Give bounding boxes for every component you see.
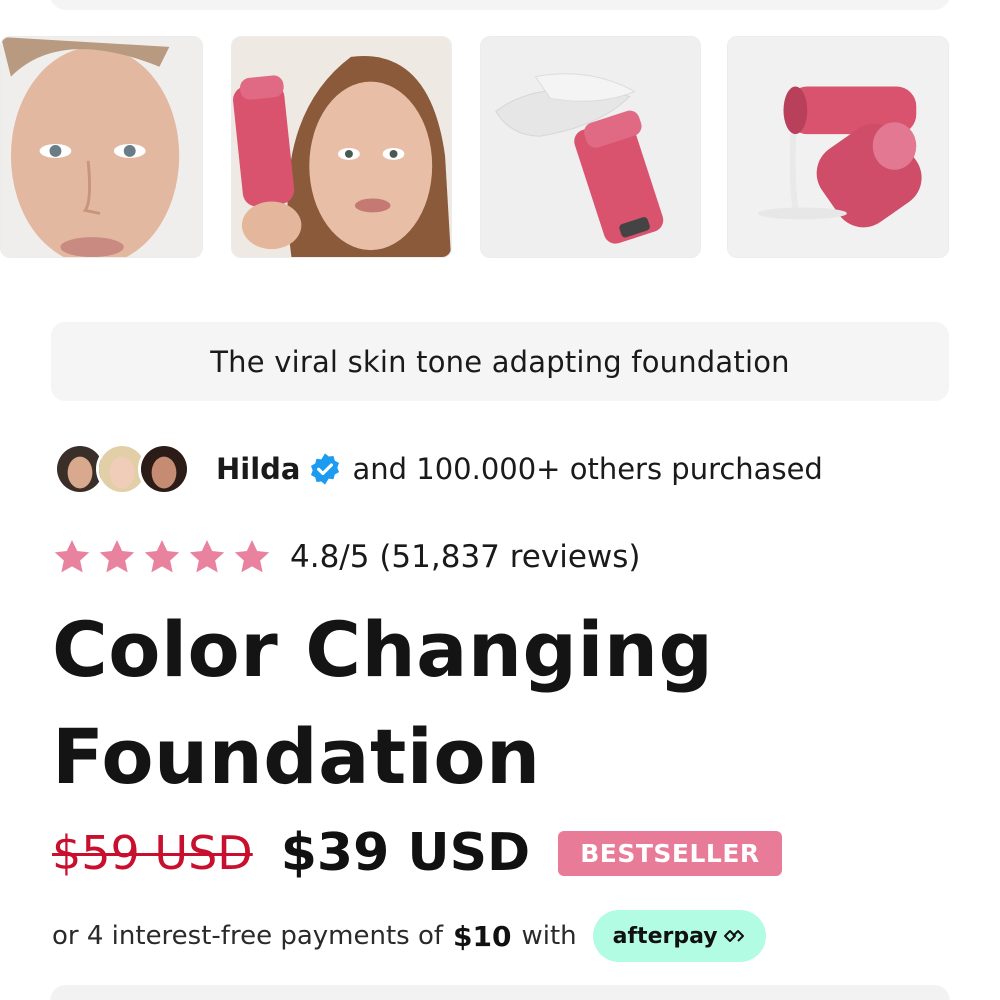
original-price: $59 USD <box>52 826 253 880</box>
next-section-edge <box>50 985 950 1000</box>
purchased-count-text: and 100.000+ others purchased <box>352 452 823 486</box>
star-rating <box>52 537 272 577</box>
star-icon <box>99 540 135 573</box>
afterpay-badge[interactable]: afterpay <box>592 910 766 962</box>
tagline-banner: The viral skin tone adapting foundation <box>51 322 949 401</box>
afterpay-logo-text: afterpay <box>612 923 718 949</box>
rating-summary[interactable]: 4.8/5 (51,837 reviews) <box>290 539 641 575</box>
verified-badge-icon <box>311 453 340 485</box>
star-icon <box>54 540 90 573</box>
price-row: $59 USD $39 USD BESTSELLER <box>52 818 782 888</box>
previous-section-edge <box>50 0 950 10</box>
buyer-avatars <box>54 441 194 497</box>
buyer-name: Hilda <box>216 452 301 486</box>
installment-prefix: or 4 interest-free payments of <box>52 921 444 951</box>
thumbnail-product-swatch[interactable] <box>480 36 701 258</box>
installment-amount: $10 <box>453 919 512 953</box>
product-title-line-2: Foundation <box>52 712 541 801</box>
thumbnail-gallery <box>0 36 1000 260</box>
star-icon <box>234 540 270 573</box>
product-title: Color Changing Foundation <box>52 596 852 810</box>
product-title-line-1: Color Changing <box>52 605 714 694</box>
installment-suffix: with <box>521 921 577 951</box>
thumbnail-model-holding-product[interactable] <box>231 36 452 258</box>
star-icon <box>189 540 225 573</box>
avatar <box>138 443 190 495</box>
sale-price: $39 USD <box>280 823 531 883</box>
rating-row[interactable]: 4.8/5 (51,837 reviews) <box>52 532 641 582</box>
tagline-text: The viral skin tone adapting foundation <box>210 344 790 379</box>
bestseller-badge: BESTSELLER <box>558 830 782 876</box>
star-icon <box>144 540 180 573</box>
thumbnail-product-bottles[interactable] <box>727 36 949 258</box>
social-proof: Hilda and 100.000+ others purchased <box>54 440 823 498</box>
installment-info: or 4 interest-free payments of $10 with … <box>52 908 766 964</box>
afterpay-arrows-icon <box>723 930 744 942</box>
thumbnail-model-mature-face[interactable] <box>0 36 203 258</box>
